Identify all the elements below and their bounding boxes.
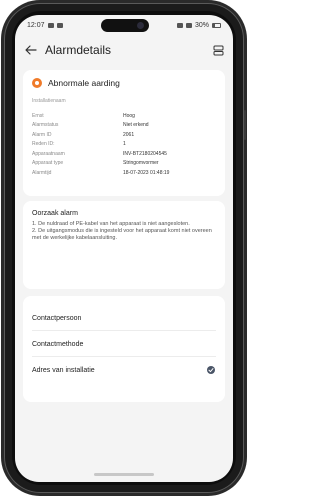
side-button	[244, 110, 246, 140]
nav-item-contactmethode[interactable]: Contactmethode	[23, 331, 225, 357]
info-key: Ernst	[32, 112, 44, 119]
alarm-status-icon	[32, 78, 42, 88]
nav-item-installation-address[interactable]: Adres van installatie	[23, 357, 225, 383]
info-key: Apparaat type	[32, 160, 64, 167]
info-key: Alarmstatus	[32, 122, 59, 129]
cause-line: 1. De nuldraad of PE-kabel van het appar…	[32, 221, 190, 227]
info-row: Alarmtijd 18-07-2023 01:48:19	[32, 168, 216, 178]
camera-cutout	[101, 19, 149, 32]
alarm-title: Abnormale aarding	[48, 78, 120, 88]
info-value: 18-07-2023 01:48:19	[123, 169, 170, 176]
alarm-cause-card: Oorzaak alarm 1. De nuldraad of PE-kabel…	[23, 201, 225, 289]
info-value: Hoog	[123, 112, 135, 119]
info-row: Ernst Hoog	[32, 111, 216, 121]
list-menu-icon	[213, 45, 223, 55]
alarm-info-rows: Ernst Hoog Alarmstatus Niet erkend Alarm…	[23, 104, 225, 178]
app-bar: Alarmdetails	[15, 37, 233, 63]
info-value: 2061	[123, 131, 135, 138]
info-row: Apparaat type Stringomvormer	[32, 159, 216, 169]
info-row: Reden ID: 1	[32, 140, 216, 150]
info-key: Apparaatnaam	[32, 150, 65, 157]
info-key: Alarm ID	[32, 131, 52, 138]
menu-button[interactable]	[211, 43, 225, 57]
status-time: 12:07	[27, 21, 45, 29]
alarm-header: Abnormale aarding	[23, 70, 225, 88]
battery-level: 30%	[194, 21, 209, 29]
signal-icon	[185, 22, 192, 28]
alarm-info-card: Abnormale aarding Installatienaam Ernst …	[23, 70, 225, 196]
screen: 12:07 30% Alarmdetails Abnormale aarding…	[15, 15, 233, 482]
info-value: 1	[123, 141, 126, 148]
info-row: Apparaatnaam INV-BT2180204545	[32, 149, 216, 159]
check-icon	[207, 366, 215, 374]
nav-item-contactpersoon[interactable]: Contactpersoon	[23, 305, 225, 331]
cause-title: Oorzaak alarm	[32, 210, 78, 217]
nav-item-label: Adres van installatie	[32, 366, 95, 374]
nav-item-label: Contactmethode	[32, 340, 84, 348]
home-indicator[interactable]	[94, 473, 154, 476]
cause-line: 2. De uitgangsmodus die is ingesteld voo…	[32, 228, 212, 241]
info-value: Niet erkend	[123, 122, 149, 129]
notification-icon	[47, 22, 54, 28]
info-key: Reden ID:	[32, 141, 55, 148]
nav-item-label: Contactpersoon	[32, 314, 82, 322]
arrow-left-icon	[25, 45, 37, 55]
installation-name-label: Installatienaam	[32, 98, 66, 104]
battery-icon	[212, 22, 221, 28]
wifi-icon	[176, 22, 183, 28]
info-row: Alarmstatus Niet erkend	[32, 121, 216, 131]
contact-links-card: Contactpersoon Contactmethode Adres van …	[23, 296, 225, 402]
info-key: Alarmtijd	[32, 169, 52, 176]
info-row: Alarm ID 2061	[32, 130, 216, 140]
image-icon	[56, 22, 63, 28]
back-button[interactable]	[23, 42, 39, 58]
info-value: Stringomvormer	[123, 160, 159, 167]
info-value: INV-BT2180204545	[123, 150, 167, 157]
page-title: Alarmdetails	[45, 43, 112, 57]
